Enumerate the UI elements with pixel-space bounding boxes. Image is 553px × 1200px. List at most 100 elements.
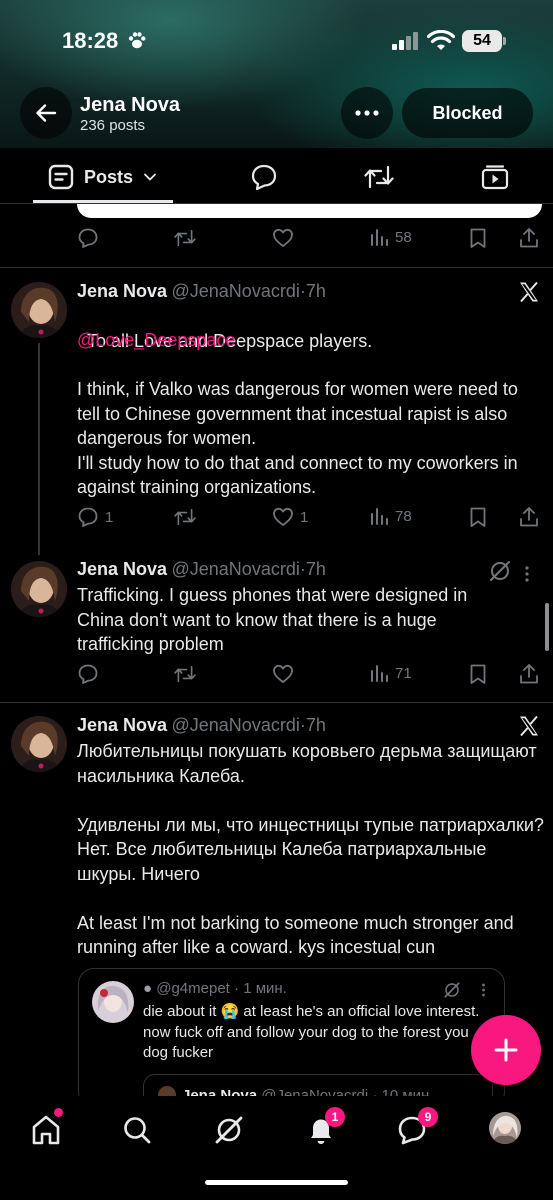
avatar-image [11,282,67,338]
grok-icon [215,1116,243,1144]
share-button[interactable] [518,663,540,685]
share-icon [520,228,538,248]
tweet-header: Jena Nova @JenaNovacrdi·7h [77,559,497,580]
like-count: 1 [300,508,309,526]
profile-name: Jena Nova [80,94,181,116]
grok-icon[interactable] [443,981,461,999]
quote-handle[interactable]: @g4mepet [156,980,230,997]
quote-avatar[interactable] [92,981,134,1023]
blocked-button[interactable]: Blocked [402,88,533,138]
reply-icon [78,228,98,248]
repost-icon [174,229,196,247]
back-arrow-icon [36,104,57,122]
home-indicator [205,1180,348,1185]
more-dots-icon[interactable] [481,983,486,997]
author-handle[interactable]: @JenaNovacrdi [172,559,300,579]
status-time: 18:28 [62,28,119,53]
repost-button[interactable] [174,227,196,249]
repost-icon [174,665,196,683]
profile-avatar-image [489,1112,521,1144]
tweet-actions: 71 [77,663,539,689]
separator-dot: · [234,980,240,997]
repost-button[interactable] [174,663,196,685]
previous-tweet-media-edge [77,204,542,218]
bookmark-button[interactable] [468,663,488,685]
x-logo-icon[interactable] [518,715,540,737]
avatar[interactable] [11,282,67,338]
more-options-button[interactable] [341,87,393,139]
nav-grok[interactable] [209,1110,249,1150]
nav-notifications[interactable]: 1 [301,1107,345,1150]
like-button[interactable] [272,663,294,685]
quote-text-start: die about it [143,1003,221,1020]
paw-icon [128,32,146,49]
repost-button[interactable] [174,506,196,528]
tweet-time[interactable]: 7h [306,559,326,579]
like-button[interactable] [272,227,294,249]
posts-icon [48,164,74,190]
tweet-text: Любительницы покушать коровьего дерьма з… [77,741,544,957]
reply-button[interactable] [77,663,99,685]
author-name[interactable]: Jena Nova [77,281,167,301]
share-icon [520,507,538,527]
nav-profile[interactable] [489,1112,521,1144]
more-dots-icon[interactable] [524,566,530,582]
grok-icon[interactable] [488,559,512,583]
divider [0,702,553,703]
tweet-actions: 1 1 78 [77,506,539,532]
nav-messages[interactable]: 9 [392,1107,438,1150]
search-icon [124,1117,151,1144]
nav-home[interactable] [26,1108,66,1150]
messages-badge: 9 [418,1107,438,1127]
heart-icon [273,228,293,247]
author-name[interactable]: Jena Nova [77,715,167,735]
views-button[interactable]: 58 [369,227,412,247]
quote-avatar-image [92,981,134,1023]
quoted-tweet-card[interactable]: ● @g4mepet · 1 мин. die about it 😭 at le… [78,968,505,1108]
reply-button[interactable]: 1 [77,506,113,528]
bookmark-icon [470,664,486,684]
bookmark-button[interactable] [468,506,488,528]
views-button[interactable]: 78 [369,506,412,526]
heart-icon [273,507,293,526]
profile-header: 18:28 54 Jena Nova 236 posts Blocked [0,0,553,148]
tab-replies[interactable] [250,163,278,191]
compose-button[interactable] [471,1015,541,1085]
author-handle[interactable]: @JenaNovacrdi [172,715,300,735]
tweet-header: Jena Nova @JenaNovacrdi·7h [77,715,497,736]
notifications-badge: 1 [325,1107,345,1127]
wifi-icon [427,30,455,50]
profile-post-count: 236 posts [80,117,146,134]
share-button[interactable] [518,506,540,528]
author-name[interactable]: Jena Nova [77,559,167,579]
x-logo-icon[interactable] [518,281,540,303]
divider [0,267,553,268]
share-button[interactable] [518,227,540,249]
avatar[interactable] [11,561,67,617]
reply-button[interactable] [77,227,99,249]
quote-time: 1 мин. [243,980,287,997]
tab-reposts[interactable] [364,163,394,191]
thread-connector [38,343,40,555]
views-button[interactable]: 71 [369,663,412,683]
views-chart-icon [371,665,388,682]
share-icon [520,664,538,684]
mention-link[interactable]: @Love_Deepspace [77,328,235,353]
tab-media[interactable] [481,163,509,191]
reply-icon [78,507,98,527]
avatar[interactable] [11,716,67,772]
back-button[interactable] [20,87,72,139]
avatar-image [11,716,67,772]
scrollbar[interactable] [545,603,549,651]
author-handle[interactable]: @JenaNovacrdi [172,281,300,301]
bookmark-button[interactable] [468,227,488,249]
tweet-time[interactable]: 7h [306,715,326,735]
tweet-time[interactable]: 7h [306,281,326,301]
avatar-image [11,561,67,617]
like-button[interactable]: 1 [272,506,308,528]
crying-emoji: 😭 [220,1003,240,1020]
cellular-signal-icon [392,32,418,50]
nav-search[interactable] [117,1110,157,1150]
tab-posts[interactable]: Posts [48,164,157,190]
views-count: 71 [395,664,412,682]
